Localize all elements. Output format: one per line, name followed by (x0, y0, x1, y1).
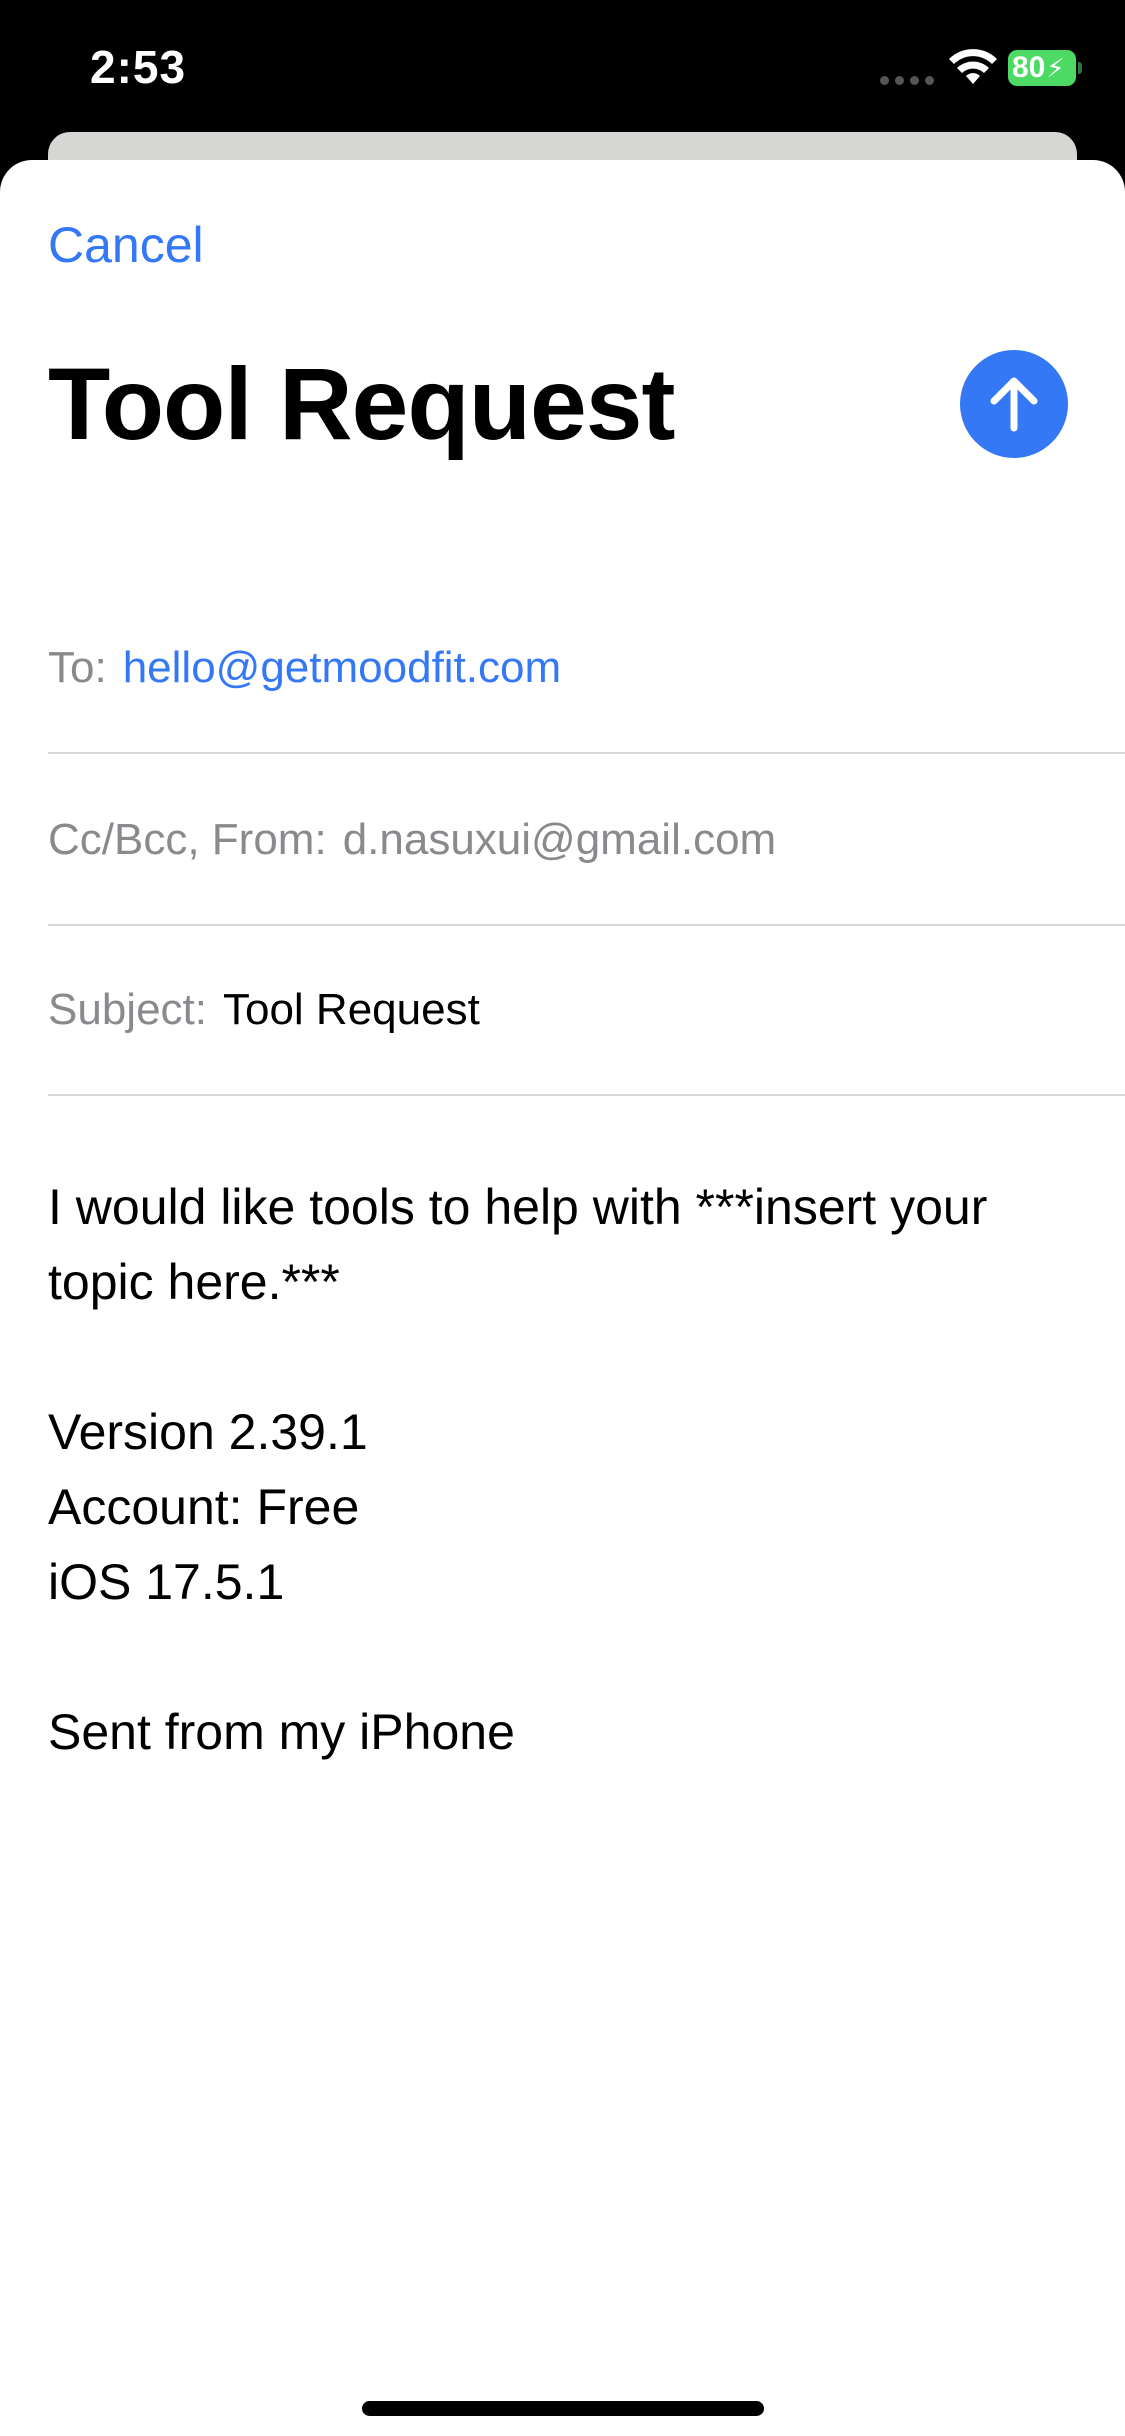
compose-sheet: Cancel Tool Request To: hello@getmoodfit… (0, 160, 1125, 2436)
charging-bolt-icon: ⚡ (1046, 53, 1065, 83)
cc-bcc-from-field[interactable]: Cc/Bcc, From: d.nasuxui@gmail.com (48, 756, 1125, 926)
to-recipient[interactable]: hello@getmoodfit.com (123, 643, 561, 693)
signal-icon (880, 76, 934, 85)
arrow-up-icon (990, 377, 1038, 432)
body-line (48, 1620, 1078, 1695)
battery-icon: 80 ⚡ (1008, 50, 1082, 86)
battery-level: 80 (1012, 51, 1046, 84)
message-body[interactable]: I would like tools to help with ***inser… (48, 1170, 1078, 1770)
to-label: To: (48, 643, 107, 692)
body-line: Account: Free (48, 1479, 360, 1535)
body-line (48, 1320, 1078, 1395)
body-line: I would like tools to help with ***inser… (48, 1179, 988, 1235)
subject-field[interactable]: Subject: Tool Request (48, 926, 1125, 1096)
status-bar: 2:53 80 ⚡ (0, 0, 1125, 140)
to-field[interactable]: To: hello@getmoodfit.com (48, 584, 1125, 754)
body-line: iOS 17.5.1 (48, 1554, 285, 1610)
compose-title: Tool Request (48, 347, 675, 461)
wifi-icon (949, 49, 997, 84)
home-indicator[interactable] (362, 2401, 764, 2416)
screen: 2:53 80 ⚡ Cancel Tool Request To: hello@… (0, 0, 1125, 2436)
body-line: Sent from my iPhone (48, 1704, 515, 1760)
body-line: topic here.*** (48, 1254, 340, 1310)
cancel-button[interactable]: Cancel (48, 216, 204, 274)
from-address[interactable]: d.nasuxui@gmail.com (343, 815, 777, 865)
subject-input[interactable]: Tool Request (223, 985, 480, 1035)
body-line: Version 2.39.1 (48, 1404, 368, 1460)
subject-label: Subject: (48, 985, 207, 1034)
status-time: 2:53 (90, 41, 187, 93)
cc-bcc-from-label: Cc/Bcc, From: (48, 815, 327, 864)
send-button[interactable] (960, 350, 1068, 458)
